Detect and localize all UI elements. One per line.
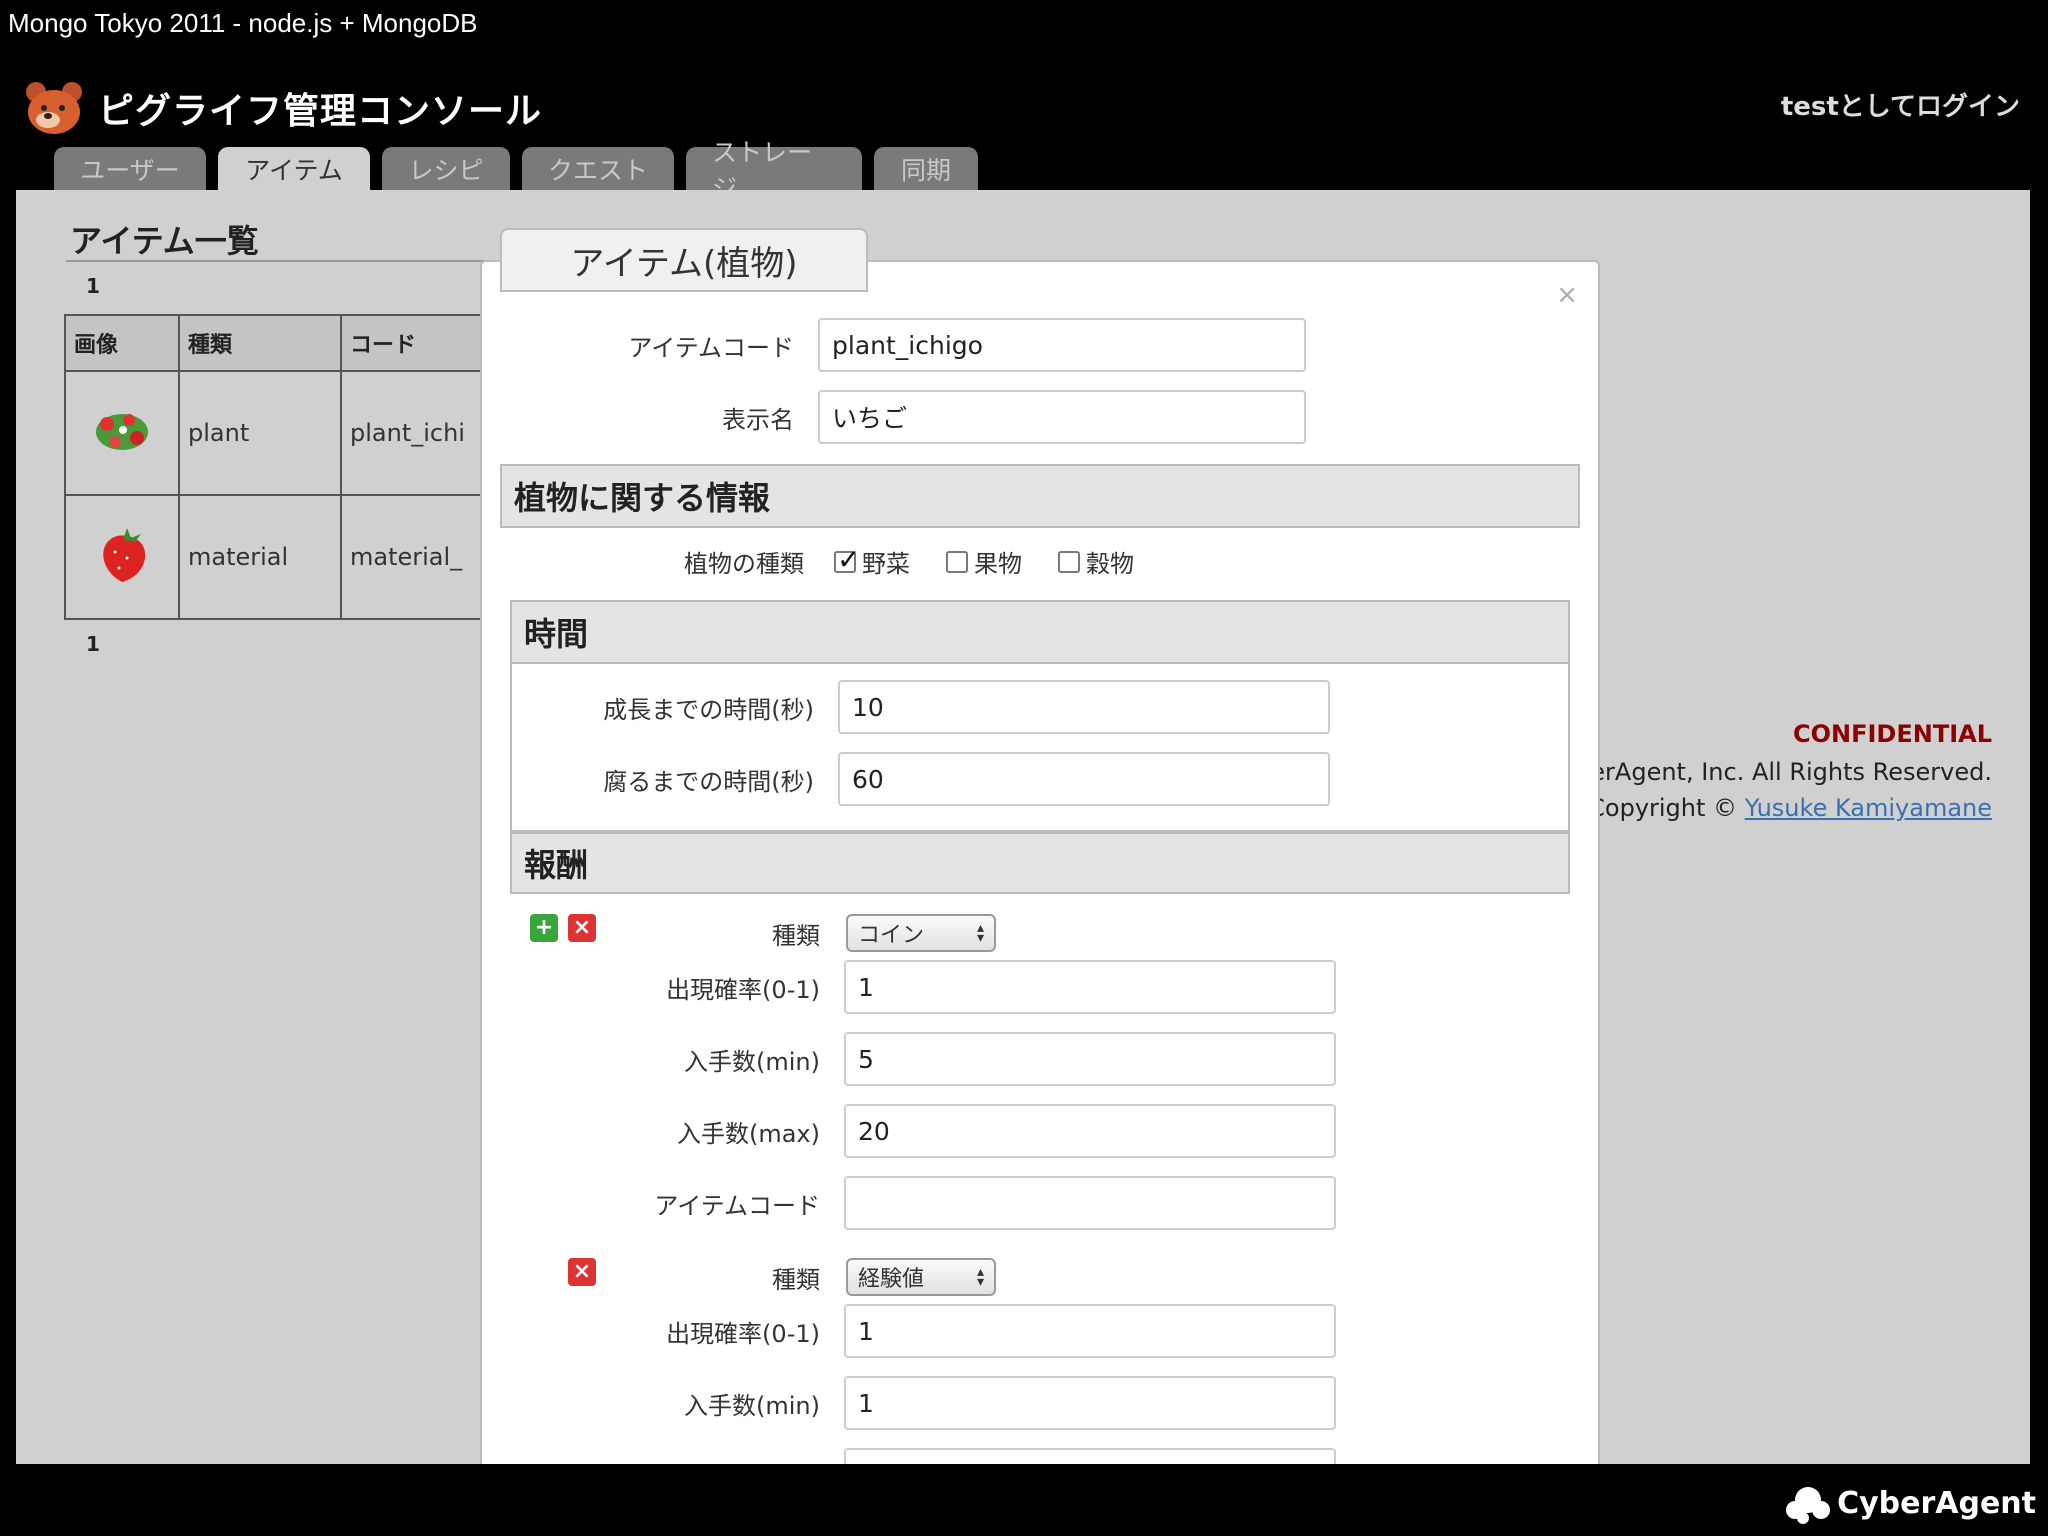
checkbox-unchecked-icon	[946, 550, 968, 573]
tab-sync[interactable]: 同期	[874, 147, 978, 190]
checkbox-checked-icon	[834, 543, 860, 576]
reward-prob-row: 出現確率(0-1) 1	[482, 1304, 1336, 1358]
reward-max-input[interactable]: 20	[844, 1104, 1336, 1158]
cyberagent-mark-icon	[1786, 1487, 1831, 1524]
rights-text: yberAgent, Inc. All Rights Reserved.	[1560, 758, 1992, 786]
login-status-link[interactable]: testとしてログイン	[1781, 86, 2020, 123]
rot-time-label: 腐るまでの時間(秒)	[603, 767, 814, 796]
cyberagent-logo: CyberAgent	[1785, 1482, 2036, 1524]
reward-max-label: 入手数(max)	[676, 1119, 820, 1148]
column-header-type: 種類	[178, 314, 342, 372]
select-arrows-icon: ▴ ▾	[976, 920, 984, 946]
pagination-top[interactable]: 1	[86, 274, 100, 298]
reward-min-row: 入手数(min) 1	[482, 1376, 1336, 1430]
reward-min-label: 入手数(min)	[684, 1047, 820, 1076]
reward-prob-input[interactable]: 1	[844, 1304, 1336, 1358]
display-name-row: 表示名 いちご	[482, 390, 1306, 444]
copyright-author-link[interactable]: Yusuke Kamiyamane	[1745, 794, 1992, 822]
checkbox-label: 穀物	[1086, 550, 1134, 578]
confidential-label: CONFIDENTIAL	[1793, 720, 1992, 748]
time-section-title: 時間	[510, 600, 1570, 664]
grow-time-label: 成長までの時間(秒)	[603, 695, 814, 724]
cell-type: material	[178, 494, 342, 620]
reward-prob-label: 出現確率(0-1)	[666, 975, 820, 1004]
checkbox-grain[interactable]: 穀物	[1058, 544, 1134, 579]
items-table: 画像 種類 コード plant plant_ichi material mate…	[64, 314, 492, 620]
cyberagent-name: CyberAgent	[1837, 1485, 2036, 1521]
reward-max-input[interactable]	[844, 1448, 1336, 1464]
reward-min-row: 入手数(min) 5	[482, 1032, 1336, 1086]
reward-type-row: 種類 コイン ▴ ▾	[482, 914, 996, 952]
plant-info-section-title: 植物に関する情報	[500, 464, 1580, 528]
close-icon[interactable]: ×	[1556, 280, 1578, 310]
reward-prob-label: 出現確率(0-1)	[666, 1319, 820, 1348]
app-brand: ピグライフ管理コンソール	[22, 78, 542, 138]
reward-prob-input[interactable]: 1	[844, 960, 1336, 1014]
rot-time-row: 腐るまでの時間(秒) 60	[482, 752, 1330, 806]
select-value: コイン	[858, 923, 925, 948]
checkbox-unchecked-icon	[1058, 550, 1080, 573]
page-title: アイテム一覧	[70, 222, 259, 260]
plant-kind-row: 植物の種類 野菜 果物 穀物	[482, 543, 1170, 579]
main-tabs: ユーザー アイテム レシピ クエスト ストレージ 同期	[54, 138, 978, 203]
reward-min-input[interactable]: 1	[844, 1376, 1336, 1430]
checkbox-label: 野菜	[862, 550, 910, 578]
pagination-bottom[interactable]: 1	[86, 632, 100, 656]
display-name-label: 表示名	[722, 405, 794, 434]
modal-title: アイテム(植物)	[500, 228, 868, 292]
checkbox-vegetable[interactable]: 野菜	[834, 543, 910, 579]
reward-code-row: アイテムコード	[482, 1176, 1336, 1230]
heading-divider	[66, 260, 486, 262]
content-area: アイテム一覧 1 画像 種類 コード plant plant_ichi mate…	[16, 190, 2030, 1464]
column-header-image: 画像	[64, 314, 180, 372]
reward-type-label: 種類	[772, 1265, 820, 1294]
item-code-label: アイテムコード	[628, 333, 794, 362]
plant-kind-label: 植物の種類	[684, 550, 804, 578]
reward-code-label: アイテムコード	[654, 1191, 820, 1220]
slide-title: Mongo Tokyo 2011 - node.js + MongoDB	[8, 8, 478, 38]
select-value: 経験値	[858, 1267, 925, 1292]
bear-logo-icon	[22, 78, 90, 138]
tab-storage[interactable]: ストレージ	[686, 138, 862, 203]
item-code-input[interactable]: plant_ichigo	[818, 318, 1306, 372]
reward-type-label: 種類	[772, 921, 820, 950]
table-header-row: 画像 種類 コード	[64, 314, 492, 372]
item-edit-modal: × アイテムコード plant_ichigo 表示名 いちご 植物に関する情報 …	[480, 260, 1600, 1464]
tab-recipes[interactable]: レシピ	[382, 147, 510, 190]
item-code-row: アイテムコード plant_ichigo	[482, 318, 1306, 372]
tab-quests[interactable]: クエスト	[522, 147, 674, 190]
reward-min-input[interactable]: 5	[844, 1032, 1336, 1086]
plant-kind-options: 野菜 果物 穀物	[834, 543, 1170, 579]
cell-code: plant_ichi	[340, 370, 492, 496]
plant-sprite-icon	[64, 370, 180, 496]
reward-prob-row: 出現確率(0-1) 1	[482, 960, 1336, 1014]
tab-items[interactable]: アイテム	[218, 147, 370, 190]
reward-type-row: 種類 経験値 ▴ ▾	[482, 1258, 996, 1296]
app-name: ピグライフ管理コンソール	[98, 91, 543, 132]
table-row[interactable]: plant plant_ichi	[64, 370, 492, 496]
display-name-input[interactable]: いちご	[818, 390, 1306, 444]
reward-section-title: 報酬	[510, 832, 1570, 894]
rot-time-input[interactable]: 60	[838, 752, 1330, 806]
strawberry-icon	[64, 494, 180, 620]
reward-code-input[interactable]	[844, 1176, 1336, 1230]
reward-max-row: 入手数(max) 20	[482, 1104, 1336, 1158]
select-arrows-icon: ▴ ▾	[976, 1264, 984, 1290]
checkbox-fruit[interactable]: 果物	[946, 544, 1022, 579]
grow-time-input[interactable]: 10	[838, 680, 1330, 734]
reward-type-select[interactable]: コイン ▴ ▾	[846, 914, 996, 952]
copyright-line: re Copyright © Yusuke Kamiyamane	[1556, 794, 1992, 822]
cell-type: plant	[178, 370, 342, 496]
tab-users[interactable]: ユーザー	[54, 147, 206, 190]
grow-time-row: 成長までの時間(秒) 10	[482, 680, 1330, 734]
table-row[interactable]: material material_	[64, 494, 492, 620]
column-header-code: コード	[340, 314, 492, 372]
reward-min-label: 入手数(min)	[684, 1391, 820, 1420]
reward-type-select[interactable]: 経験値 ▴ ▾	[846, 1258, 996, 1296]
checkbox-label: 果物	[974, 550, 1022, 578]
cell-code: material_	[340, 494, 492, 620]
